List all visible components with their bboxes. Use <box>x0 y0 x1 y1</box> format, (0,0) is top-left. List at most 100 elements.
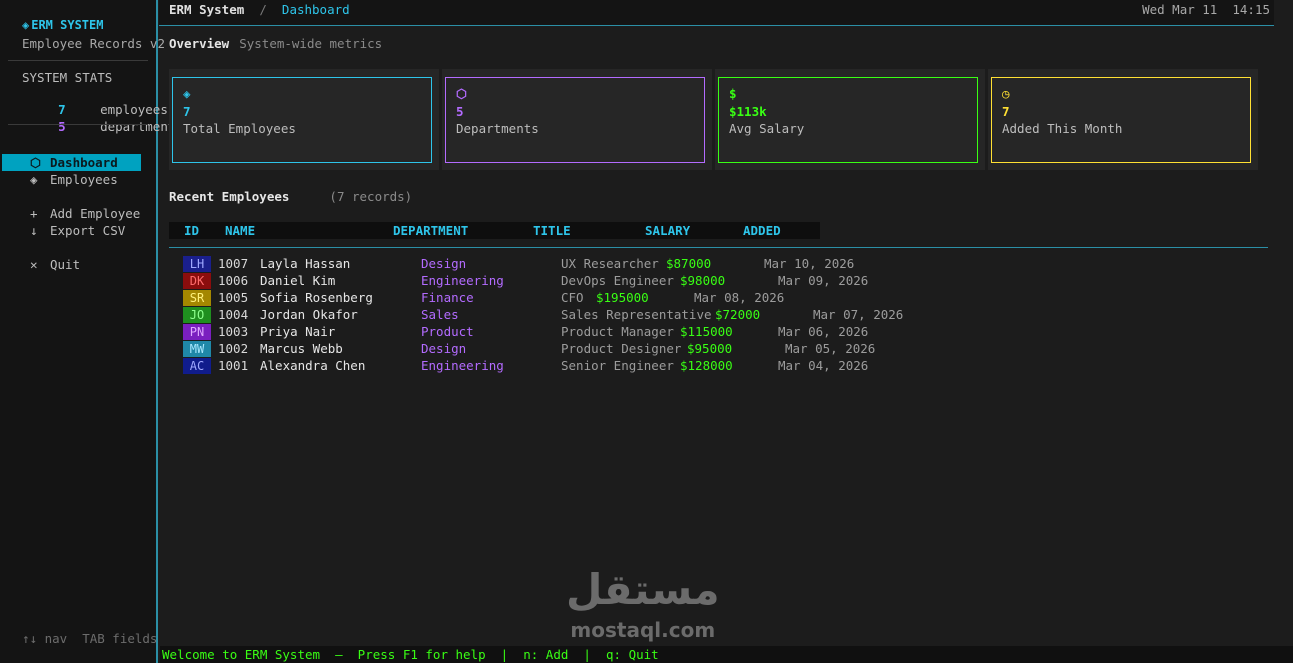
employee-id: 1004 <box>218 307 249 322</box>
stat-value: 5 <box>58 119 66 134</box>
employee-title: Product Designer <box>561 341 682 356</box>
stats-title: SYSTEM STATS <box>22 70 113 85</box>
employee-added-date: Mar 04, 2026 <box>778 358 869 373</box>
employee-name: Sofia Rosenberg <box>260 290 373 305</box>
sidebar-item-employees[interactable]: ◈ Employees <box>2 171 141 188</box>
employee-salary: $195000 <box>596 290 649 305</box>
employee-title: UX Researcher <box>561 256 659 271</box>
avatar: AC <box>183 358 211 374</box>
page-title: Overview <box>169 36 230 51</box>
watermark-logo: مستقل <box>566 565 720 614</box>
breadcrumb-current: Dashboard <box>281 2 350 17</box>
avatar: LH <box>183 256 211 272</box>
employee-salary: $128000 <box>680 358 733 373</box>
table-row[interactable]: LH 1007 Layla Hassan Design UX Researcher $87… <box>169 256 1169 273</box>
employee-id: 1002 <box>218 341 249 356</box>
card-value: 7 <box>183 104 191 119</box>
divider <box>8 124 148 125</box>
overview-header: Overview System-wide metrics <box>169 36 382 51</box>
breadcrumb-app[interactable]: ERM System <box>169 2 244 17</box>
quit-button[interactable]: ✕ Quit <box>2 256 141 273</box>
action-label: Add Employee <box>50 206 141 221</box>
dollar-icon: $ <box>729 86 737 101</box>
diamond-icon: ◈ <box>30 172 38 187</box>
recent-employees-header: Recent Employees (7 records) <box>169 189 412 204</box>
avatar: PN <box>183 324 211 340</box>
employee-title: Senior Engineer <box>561 358 674 373</box>
employee-id: 1006 <box>218 273 249 288</box>
table-row[interactable]: SR 1005 Sofia Rosenberg Finance CFO $195000 Ma… <box>169 290 1169 307</box>
card-label: Added This Month <box>1002 121 1123 136</box>
table-row[interactable]: AC 1001 Alexandra Chen Engineering Senior En… <box>169 358 1169 375</box>
column-header-salary[interactable]: SALARY <box>645 223 690 238</box>
employee-id: 1001 <box>218 358 249 373</box>
employee-department: Sales <box>421 307 459 322</box>
employee-name: Marcus Webb <box>260 341 343 356</box>
employee-title: DevOps Engineer <box>561 273 674 288</box>
sidebar-item-label: Employees <box>50 172 118 187</box>
breadcrumb: ERM System / Dashboard <box>169 2 350 17</box>
brand-title: ERM SYSTEM <box>31 18 104 32</box>
employee-added-date: Mar 08, 2026 <box>694 290 785 305</box>
avatar: JO <box>183 307 211 323</box>
quit-label: Quit <box>50 257 81 272</box>
employee-added-date: Mar 07, 2026 <box>813 307 904 322</box>
page-subtitle: System-wide metrics <box>239 36 383 51</box>
section-title: Recent Employees <box>169 189 290 204</box>
export-csv-button[interactable]: ↓ Export CSV <box>2 222 141 239</box>
avatar: SR <box>183 290 211 306</box>
employee-title: CFO <box>561 290 584 305</box>
stat-card-added-this-month: ◷ 7 Added This Month <box>988 69 1258 170</box>
breadcrumb-separator: / <box>259 2 267 17</box>
employee-added-date: Mar 10, 2026 <box>764 256 855 271</box>
employee-department: Engineering <box>421 273 504 288</box>
watermark: مستقل mostaql.com <box>566 565 720 643</box>
stat-card-avg-salary: $ $113k Avg Salary <box>715 69 985 170</box>
employee-department: Design <box>421 341 467 356</box>
employee-title: Sales Representative <box>561 307 712 322</box>
table-row[interactable]: MW 1002 Marcus Webb Design Product Designer $… <box>169 341 1169 358</box>
column-header-title[interactable]: TITLE <box>533 223 571 238</box>
close-icon: ✕ <box>30 257 38 272</box>
add-employee-button[interactable]: + Add Employee <box>2 205 141 222</box>
employee-added-date: Mar 09, 2026 <box>778 273 869 288</box>
employee-added-date: Mar 06, 2026 <box>778 324 869 339</box>
divider <box>8 60 148 61</box>
employee-name: Jordan Okafor <box>260 307 358 322</box>
card-value: 7 <box>1002 104 1010 119</box>
status-bar: Welcome to ERM System — Press F1 for hel… <box>160 646 1293 663</box>
clock-icon: ◷ <box>1002 86 1010 101</box>
column-header-department[interactable]: DEPARTMENT <box>393 223 468 238</box>
employee-id: 1007 <box>218 256 249 271</box>
column-header-name[interactable]: NAME <box>225 223 255 238</box>
column-header-id[interactable]: ID <box>184 223 199 238</box>
column-header-added[interactable]: ADDED <box>743 223 781 238</box>
avatar: MW <box>183 341 211 357</box>
employee-salary: $95000 <box>687 341 733 356</box>
plus-icon: + <box>30 206 38 221</box>
download-arrow-icon: ↓ <box>30 223 38 238</box>
diamond-icon: ◈ <box>183 86 191 101</box>
hexagon-icon: ⬡ <box>30 155 41 170</box>
employee-department: Finance <box>421 290 474 305</box>
table-row[interactable]: JO 1004 Jordan Okafor Sales Sales Representa… <box>169 307 1169 324</box>
employee-salary: $72000 <box>715 307 761 322</box>
employee-name: Alexandra Chen <box>260 358 366 373</box>
employee-department: Design <box>421 256 467 271</box>
table-row[interactable]: DK 1006 Daniel Kim Engineering DevOps Engine… <box>169 273 1169 290</box>
employee-id: 1005 <box>218 290 249 305</box>
table-row[interactable]: PN 1003 Priya Nair Product Product Manager $1… <box>169 324 1169 341</box>
stat-card-departments: ⬡ 5 Departments <box>442 69 712 170</box>
keyboard-hint: ↑↓ nav TAB fields <box>22 631 158 646</box>
employee-name: Priya Nair <box>260 324 336 339</box>
employee-id: 1003 <box>218 324 249 339</box>
divider <box>169 247 1268 248</box>
employee-salary: $98000 <box>680 273 726 288</box>
app-subtitle: Employee Records v2 <box>22 36 165 51</box>
table-header: ID NAME DEPARTMENT TITLE SALARY ADDED <box>169 222 820 239</box>
brand: ◈ ERM SYSTEM <box>22 18 103 32</box>
employee-salary: $87000 <box>666 256 712 271</box>
sidebar-item-dashboard[interactable]: ⬡ Dashboard <box>2 154 141 171</box>
employee-department: Engineering <box>421 358 504 373</box>
card-label: Avg Salary <box>729 121 805 136</box>
